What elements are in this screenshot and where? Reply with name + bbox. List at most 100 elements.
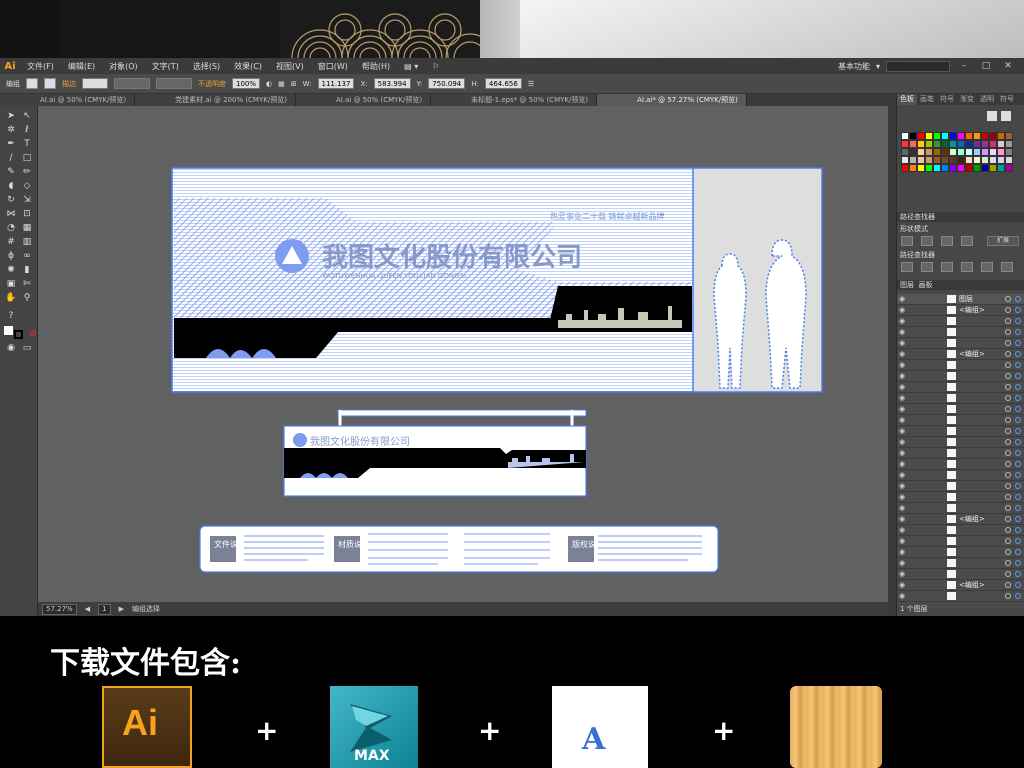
swatch[interactable]: [925, 164, 933, 172]
visibility-eye-icon[interactable]: ◉: [897, 383, 907, 391]
line-tool-icon[interactable]: /: [4, 152, 18, 164]
swatch[interactable]: [957, 156, 965, 164]
tab-doc-4[interactable]: 未标题-1.eps* @ 50% (CMYK/预览): [431, 94, 598, 106]
target-circle-icon[interactable]: [1005, 362, 1011, 368]
swatch[interactable]: [965, 164, 973, 172]
selection-indicator-icon[interactable]: [1015, 582, 1021, 588]
visibility-eye-icon[interactable]: ◉: [897, 471, 907, 479]
target-circle-icon[interactable]: [1005, 417, 1011, 423]
visibility-eye-icon[interactable]: ◉: [897, 537, 907, 545]
intersect-icon[interactable]: [941, 236, 953, 246]
target-circle-icon[interactable]: [1005, 582, 1011, 588]
eyedropper-icon[interactable]: ϕ: [4, 250, 18, 262]
layer-row[interactable]: ◉: [897, 316, 1024, 327]
swatch[interactable]: [933, 140, 941, 148]
grid-view-icon[interactable]: [987, 111, 997, 121]
swatch[interactable]: [957, 140, 965, 148]
selection-indicator-icon[interactable]: [1015, 329, 1021, 335]
column-graph-icon[interactable]: ▮: [20, 264, 34, 276]
blob-brush-icon[interactable]: ◖: [4, 180, 18, 192]
target-circle-icon[interactable]: [1005, 351, 1011, 357]
h-field[interactable]: 464.656: [484, 78, 522, 89]
small-wall-design[interactable]: 我图文化股份有限公司: [283, 409, 587, 497]
visibility-eye-icon[interactable]: ◉: [897, 482, 907, 490]
selection-indicator-icon[interactable]: [1015, 307, 1021, 313]
swatch[interactable]: [941, 164, 949, 172]
fill-swatch[interactable]: [26, 78, 38, 89]
layer-row[interactable]: ◉ <编组>: [897, 305, 1024, 316]
swatch[interactable]: [989, 140, 997, 148]
selection-indicator-icon[interactable]: [1015, 318, 1021, 324]
tab-brushes[interactable]: 画笔: [917, 94, 937, 105]
zoom-field[interactable]: 57.27%: [42, 603, 77, 615]
selection-indicator-icon[interactable]: [1015, 505, 1021, 511]
artboard-tool-icon[interactable]: ▣: [4, 278, 18, 290]
layer-row[interactable]: ◉: [897, 470, 1024, 481]
swatch[interactable]: [997, 132, 1005, 140]
target-circle-icon[interactable]: [1005, 472, 1011, 478]
layer-row[interactable]: ◉: [897, 547, 1024, 558]
swatch[interactable]: [901, 148, 909, 156]
menu-type[interactable]: 文字(T): [145, 61, 186, 72]
selection-indicator-icon[interactable]: [1015, 494, 1021, 500]
visibility-eye-icon[interactable]: ◉: [897, 581, 907, 589]
layer-row[interactable]: ◉: [897, 459, 1024, 470]
visibility-eye-icon[interactable]: ◉: [897, 372, 907, 380]
magic-wand-icon[interactable]: ✲: [4, 124, 18, 136]
selection-indicator-icon[interactable]: [1015, 483, 1021, 489]
selection-indicator-icon[interactable]: [1015, 549, 1021, 555]
swatch[interactable]: [973, 148, 981, 156]
selection-indicator-icon[interactable]: [1015, 560, 1021, 566]
divide-icon[interactable]: [901, 262, 913, 272]
swatch[interactable]: [989, 164, 997, 172]
canvas[interactable]: 我图文化股份有限公司 WOTUWENHUA GUFEN YOUXIAN GONG…: [38, 106, 888, 602]
align-icon[interactable]: ▦: [278, 80, 285, 88]
swatch[interactable]: [981, 148, 989, 156]
swatch[interactable]: [989, 156, 997, 164]
selection-indicator-icon[interactable]: [1015, 406, 1021, 412]
swatch[interactable]: [1005, 148, 1013, 156]
selection-indicator-icon[interactable]: [1015, 351, 1021, 357]
layer-row[interactable]: ◉: [897, 393, 1024, 404]
target-circle-icon[interactable]: [1005, 296, 1011, 302]
target-circle-icon[interactable]: [1005, 516, 1011, 522]
visibility-eye-icon[interactable]: ◉: [897, 493, 907, 501]
swatch[interactable]: [941, 132, 949, 140]
selection-indicator-icon[interactable]: [1015, 296, 1021, 302]
visibility-eye-icon[interactable]: ◉: [897, 427, 907, 435]
next-artboard-icon[interactable]: ▶: [119, 605, 124, 613]
target-circle-icon[interactable]: [1005, 494, 1011, 500]
swatch[interactable]: [925, 140, 933, 148]
swatch[interactable]: [909, 140, 917, 148]
unite-icon[interactable]: [901, 236, 913, 246]
visibility-eye-icon[interactable]: ◉: [897, 460, 907, 468]
visibility-eye-icon[interactable]: ◉: [897, 504, 907, 512]
swatch[interactable]: [973, 140, 981, 148]
swatch[interactable]: [933, 156, 941, 164]
maximize-button[interactable]: □: [978, 61, 994, 71]
swatch[interactable]: [957, 148, 965, 156]
blend-tool-icon[interactable]: ∞: [20, 250, 34, 262]
swatch[interactable]: [965, 132, 973, 140]
target-circle-icon[interactable]: [1005, 307, 1011, 313]
target-circle-icon[interactable]: [1005, 593, 1011, 599]
layer-row[interactable]: ◉: [897, 591, 1024, 602]
selection-indicator-icon[interactable]: [1015, 593, 1021, 599]
visibility-eye-icon[interactable]: ◉: [897, 295, 907, 303]
tab-doc-3[interactable]: AI.ai @ 50% (CMYK/预览): [295, 94, 432, 106]
workspace-dropdown-icon[interactable]: ▾: [876, 62, 880, 71]
visibility-eye-icon[interactable]: ◉: [897, 339, 907, 347]
hand-tool-icon[interactable]: ✋: [4, 292, 18, 304]
swatch[interactable]: [901, 132, 909, 140]
target-circle-icon[interactable]: [1005, 340, 1011, 346]
perspective-grid-icon[interactable]: ▦: [20, 222, 34, 234]
layer-row[interactable]: ◉: [897, 558, 1024, 569]
swatch[interactable]: [965, 148, 973, 156]
swatch[interactable]: [973, 156, 981, 164]
minimize-button[interactable]: –: [956, 61, 972, 71]
pencil-icon[interactable]: ✏: [20, 166, 34, 178]
swatch[interactable]: [909, 164, 917, 172]
crop-icon[interactable]: [961, 262, 973, 272]
stroke-color-icon[interactable]: [14, 330, 23, 339]
close-button[interactable]: ✕: [1000, 61, 1016, 71]
